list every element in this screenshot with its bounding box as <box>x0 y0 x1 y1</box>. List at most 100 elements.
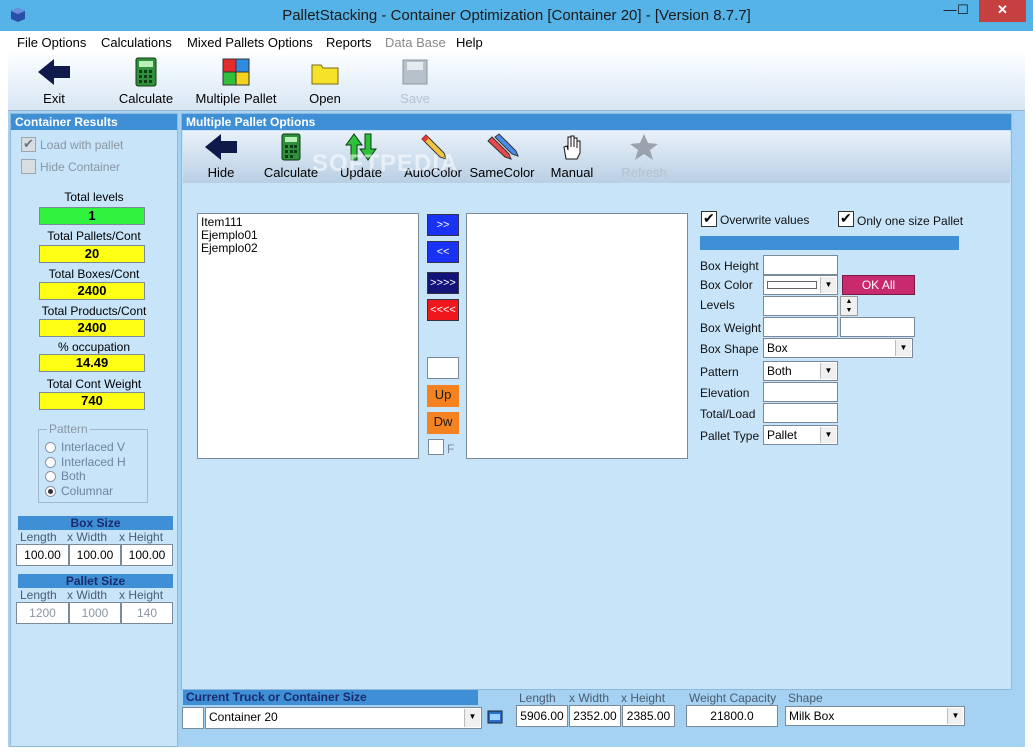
star-icon <box>630 134 658 160</box>
open-button[interactable]: Open <box>303 57 347 106</box>
truck-length-label: Length <box>519 691 556 705</box>
pallet-size-title: Pallet Size <box>18 574 173 588</box>
radio-interlaced-h[interactable] <box>45 457 56 468</box>
load-with-pallet-checkbox[interactable] <box>21 136 36 152</box>
menu-data-base[interactable]: Data Base <box>385 35 446 50</box>
menu-file-options[interactable]: File Options <box>17 35 86 50</box>
pallet-type-value: Pallet <box>767 428 798 442</box>
total-load-option-input[interactable] <box>763 403 838 423</box>
box-length-field[interactable]: 100.00 <box>16 544 69 566</box>
box-height-field[interactable]: 100.00 <box>121 544 173 566</box>
levels-option-input[interactable] <box>763 296 838 316</box>
grid-colors-icon <box>222 58 250 86</box>
close-button[interactable]: ✕ <box>979 0 1026 22</box>
pallet-type-option-label: Pallet Type <box>700 429 760 443</box>
truck-height-label: x Height <box>621 691 666 705</box>
weight-capacity-label: Weight Capacity <box>689 691 777 705</box>
menu-calculations[interactable]: Calculations <box>101 35 172 50</box>
pattern-group-title: Pattern <box>47 422 90 436</box>
chevron-down-icon: ▼ <box>895 340 911 356</box>
chevron-down-icon: ▼ <box>820 363 836 379</box>
pattern-value: Both <box>767 364 792 378</box>
total-pallets-label: Total Pallets/Cont <box>47 229 141 243</box>
radio-both-label: Both <box>61 469 86 483</box>
pallet-height-field[interactable]: 140 <box>121 602 173 624</box>
manual-button[interactable]: Manual <box>549 133 595 180</box>
hide-button[interactable]: Hide <box>201 133 241 180</box>
total-load-option-label: Total/Load <box>700 407 756 421</box>
only-one-size-pallet-checkbox[interactable] <box>838 210 854 227</box>
color-swatch <box>767 281 817 289</box>
maximize-button[interactable]: ☐ <box>948 0 978 22</box>
calculate-button[interactable]: Calculate <box>113 57 179 106</box>
levels-spinner[interactable]: ▲ ▼ <box>840 296 858 316</box>
chevron-down-icon: ▼ <box>820 277 836 293</box>
overwrite-values-checkbox[interactable] <box>701 210 717 227</box>
truck-height-field[interactable]: 2385.00 <box>622 705 675 727</box>
move-all-left-button[interactable]: <<<< <box>427 299 459 321</box>
hide-container-checkbox[interactable] <box>21 159 36 174</box>
selected-items-list[interactable] <box>466 213 688 459</box>
move-left-button[interactable]: << <box>427 241 459 263</box>
move-all-right-button[interactable]: >>>> <box>427 272 459 294</box>
f-checkbox[interactable] <box>428 439 444 455</box>
samecolor-button[interactable]: SameColor <box>469 133 535 180</box>
available-items-list[interactable]: Item111 Ejemplo01 Ejemplo02 <box>197 213 419 459</box>
box-color-select[interactable]: ▼ <box>763 275 838 295</box>
chevron-down-icon: ▼ <box>820 427 836 443</box>
calculator-icon <box>281 133 301 161</box>
pallet-length-label: Length <box>20 588 57 602</box>
pallet-width-field[interactable]: 1000 <box>69 602 121 624</box>
pattern-select[interactable]: Both ▼ <box>763 361 838 381</box>
box-shape-select[interactable]: Box ▼ <box>763 338 913 358</box>
save-button[interactable]: Save <box>394 57 436 106</box>
truck-length-field[interactable]: 5906.00 <box>516 705 568 727</box>
back-arrow-icon <box>38 59 70 85</box>
mpo-calculate-button[interactable]: Calculate <box>263 133 319 180</box>
multiple-pallet-button[interactable]: Multiple Pallet <box>191 57 281 106</box>
radio-both[interactable] <box>45 471 56 482</box>
menu-reports[interactable]: Reports <box>326 35 372 50</box>
box-height-option-input[interactable] <box>763 255 838 275</box>
multiple-pallet-toolbar: Hide Calculate Update AutoColor SameColo… <box>183 131 1010 183</box>
truck-width-label: x Width <box>569 691 610 705</box>
shape-label: Shape <box>788 691 823 705</box>
total-weight-label: Total Cont Weight <box>46 377 142 391</box>
truck-swatch-box[interactable] <box>182 707 204 729</box>
chevron-down-icon: ▼ <box>464 709 480 727</box>
radio-interlaced-v[interactable] <box>45 442 56 453</box>
menu-mixed-pallets-options[interactable]: Mixed Pallets Options <box>187 35 313 50</box>
move-down-button[interactable]: Dw <box>427 412 459 434</box>
radio-columnar[interactable] <box>45 486 56 497</box>
options-divider-bar <box>700 236 959 250</box>
box-weight-option-input[interactable] <box>763 317 838 337</box>
shape-select[interactable]: Milk Box ▼ <box>785 706 965 726</box>
box-height-label: x Height <box>119 530 164 544</box>
position-field[interactable] <box>427 357 459 379</box>
box-height-option-label: Box Height <box>700 259 759 273</box>
weight-capacity-field[interactable]: 21800.0 <box>686 705 778 727</box>
shape-value: Milk Box <box>789 709 835 723</box>
pallet-height-label: x Height <box>119 588 164 602</box>
move-up-button[interactable]: Up <box>427 385 459 407</box>
total-boxes-value: 2400 <box>39 282 145 300</box>
container-select[interactable]: Container 20 ▼ <box>205 707 482 729</box>
pallet-length-field[interactable]: 1200 <box>16 602 69 624</box>
multiple-pallet-options-header: Multiple Pallet Options <box>182 114 1011 130</box>
box-weight-option-input-2[interactable] <box>840 317 915 337</box>
box-weight-option-label: Box Weight <box>700 321 762 335</box>
exit-button[interactable]: Exit <box>28 57 80 106</box>
menu-help[interactable]: Help <box>456 35 483 50</box>
elevation-option-input[interactable] <box>763 382 838 402</box>
box-width-field[interactable]: 100.00 <box>69 544 121 566</box>
container-edit-icon[interactable] <box>487 709 503 725</box>
container-value: Container 20 <box>209 710 278 724</box>
truck-width-field[interactable]: 2352.00 <box>569 705 621 727</box>
ok-all-button[interactable]: OK All <box>842 275 915 295</box>
list-item[interactable]: Ejemplo02 <box>198 242 418 255</box>
pallet-type-select[interactable]: Pallet ▼ <box>763 425 838 445</box>
refresh-button[interactable]: Refresh <box>617 133 671 180</box>
occupation-label: % occupation <box>57 340 131 354</box>
move-right-button[interactable]: >> <box>427 214 459 236</box>
radio-columnar-label: Columnar <box>61 484 114 498</box>
